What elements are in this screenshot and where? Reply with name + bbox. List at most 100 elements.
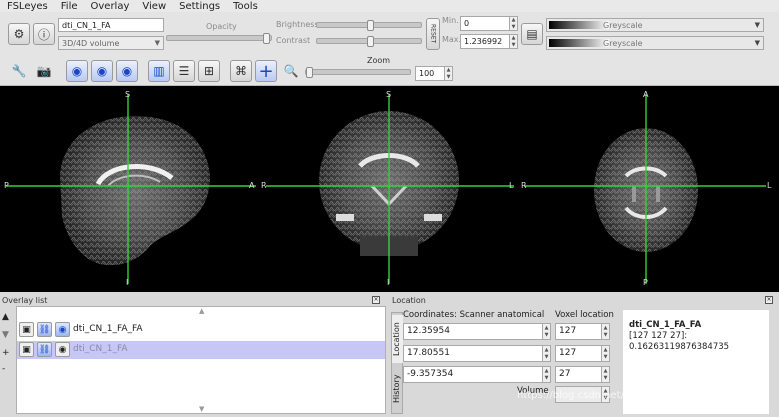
close-icon[interactable]: ×: [765, 296, 773, 304]
colour-map-icon[interactable]: ▤: [521, 23, 543, 45]
voxel-x-spinner[interactable]: ▲ ▼: [601, 324, 609, 339]
coord-z-spinner[interactable]: ▲ ▼: [542, 367, 550, 382]
tab-location[interactable]: Location: [392, 315, 403, 363]
menu-file[interactable]: File: [61, 1, 78, 12]
sagittal-label-top: S: [125, 90, 131, 99]
opacity-slider-handle[interactable]: [263, 33, 270, 44]
opacity-slider[interactable]: [166, 33, 272, 44]
coord-y-spinner[interactable]: ▲ ▼: [542, 346, 550, 361]
max-spinner[interactable]: ▲ ▼: [509, 35, 517, 48]
min-spinner[interactable]: ▲ ▼: [509, 17, 517, 30]
move-up-icon[interactable]: ▲: [2, 312, 14, 330]
movie-mode-icon[interactable]: ⌘: [230, 60, 252, 82]
axial-view-icon[interactable]: ◉: [116, 60, 138, 82]
min-label: Min.: [442, 16, 459, 25]
overlay-list-item[interactable]: ▣ ⛓ ◉ dti_CN_1_FA_FA: [17, 321, 385, 339]
max-input[interactable]: 1.236992 ▲ ▼: [460, 34, 518, 49]
settings-gear-icon[interactable]: ⚙: [8, 23, 30, 45]
contrast-label: Contrast: [276, 36, 311, 45]
overlay-display-toolbar: ⚙ ⓘ dti_CN_1_FA 3D/4D volume ▼ Opacity B…: [0, 12, 779, 54]
location-title: Location: [392, 296, 426, 305]
overlay-type-select[interactable]: 3D/4D volume ▼: [58, 36, 164, 50]
remove-overlay-icon[interactable]: -: [2, 364, 14, 380]
link-icon[interactable]: ⛓: [37, 342, 52, 357]
menu-view[interactable]: View: [142, 1, 166, 12]
chevron-down-icon: ▼: [154, 39, 160, 47]
scroll-down-icon[interactable]: ▼: [199, 405, 204, 413]
coord-x-value: 12.35954: [407, 326, 450, 336]
axial-label-top: A: [643, 90, 649, 99]
colour-map-name-2: Greyscale: [603, 38, 643, 48]
contrast-slider-handle[interactable]: [367, 36, 374, 47]
close-icon[interactable]: ×: [372, 296, 380, 304]
overlay-list-title: Overlay list: [2, 296, 48, 305]
zoom-slider-handle[interactable]: [306, 67, 313, 78]
coord-x-input[interactable]: 12.35954 ▲ ▼: [403, 323, 551, 340]
colour-map-name-1: Greyscale: [603, 20, 643, 30]
tab-history[interactable]: History: [392, 367, 403, 411]
brightness-slider[interactable]: [316, 20, 422, 31]
link-icon[interactable]: ⛓: [37, 322, 52, 337]
menu-settings[interactable]: Settings: [179, 1, 220, 12]
zoom-slider[interactable]: [305, 67, 411, 78]
horizontal-layout-icon[interactable]: ▥: [148, 60, 170, 82]
voxel-z-spinner[interactable]: ▲ ▼: [601, 367, 609, 382]
min-input[interactable]: 0 ▲ ▼: [460, 16, 518, 31]
zoom-input[interactable]: 100 ▲ ▼: [415, 66, 453, 81]
coord-y-input[interactable]: 17.80551 ▲ ▼: [403, 345, 551, 362]
watermark-text: https://blog.csdn.net/m0_51644024: [517, 390, 696, 401]
menu-tools[interactable]: Tools: [233, 1, 258, 12]
brightness-slider-handle[interactable]: [367, 20, 374, 31]
coronal-label-left: R: [261, 181, 267, 190]
add-overlay-icon[interactable]: +: [2, 348, 14, 364]
colour-map-select-2[interactable]: Greyscale ▼: [546, 36, 764, 50]
overlay-name-field[interactable]: dti_CN_1_FA: [58, 18, 164, 32]
zoom-search-icon[interactable]: 🔍: [280, 60, 302, 82]
voxel-z-value: 27: [559, 369, 571, 379]
crosshair-icon[interactable]: +: [255, 60, 277, 82]
zoom-spinner[interactable]: ▲ ▼: [444, 67, 452, 80]
coord-z-value: -9.357354: [407, 369, 454, 379]
save-icon[interactable]: ▣: [19, 322, 34, 337]
scroll-up-icon[interactable]: ▲: [199, 307, 204, 315]
voxel-y-input[interactable]: 127 ▲ ▼: [555, 345, 610, 362]
eye-icon[interactable]: ◉: [55, 342, 70, 357]
max-value: 1.236992: [464, 37, 503, 46]
info-icon[interactable]: ⓘ: [33, 23, 55, 45]
chevron-down-icon: ▼: [754, 21, 760, 29]
axial-label-left: R: [521, 181, 527, 190]
ortho-view-canvas[interactable]: S I P A S I R L A P R L: [0, 86, 779, 292]
grid-layout-icon[interactable]: ⊞: [198, 60, 220, 82]
coronal-view-icon[interactable]: ◉: [91, 60, 113, 82]
voxel-location-header: Voxel location: [555, 310, 614, 320]
voxel-z-input[interactable]: 27 ▲ ▼: [555, 366, 610, 383]
info-voxel: [127 127 27]:: [629, 331, 688, 341]
overlay-item-name: dti_CN_1_FA: [73, 344, 128, 354]
info-overlay-name: dti_CN_1_FA_FA: [629, 320, 702, 330]
vertical-layout-icon[interactable]: ☰: [173, 60, 195, 82]
menu-fsleyes[interactable]: FSLeyes: [7, 1, 48, 12]
coronal-label-top: S: [386, 90, 392, 99]
coord-z-input[interactable]: -9.357354 ▲ ▼: [403, 366, 551, 383]
voxel-y-spinner[interactable]: ▲ ▼: [601, 346, 609, 361]
zoom-value: 100: [419, 69, 435, 78]
location-panel: Location × Location History Coordinates:…: [389, 292, 779, 417]
coronal-label-bottom: I: [387, 278, 390, 287]
coord-x-spinner[interactable]: ▲ ▼: [542, 324, 550, 339]
voxel-x-input[interactable]: 127 ▲ ▼: [555, 323, 610, 340]
menu-overlay[interactable]: Overlay: [91, 1, 130, 12]
brain-slices-svg[interactable]: [0, 86, 779, 292]
camera-icon[interactable]: 📷: [33, 60, 55, 82]
colour-map-select-1[interactable]: Greyscale ▼: [546, 18, 764, 32]
reset-button[interactable]: RESET: [426, 18, 440, 50]
save-icon[interactable]: ▣: [19, 342, 34, 357]
sagittal-label-left: P: [4, 181, 9, 190]
sagittal-view-icon[interactable]: ◉: [66, 60, 88, 82]
axial-label-bottom: P: [643, 278, 648, 287]
eye-icon[interactable]: ◉: [55, 322, 70, 337]
contrast-slider[interactable]: [316, 36, 422, 47]
greyscale-gradient-swatch: [549, 21, 609, 29]
overlay-list-item-selected[interactable]: ▣ ⛓ ◉ dti_CN_1_FA: [17, 341, 385, 359]
move-down-icon[interactable]: ▼: [2, 330, 14, 348]
wrench-icon[interactable]: 🔧: [8, 60, 30, 82]
